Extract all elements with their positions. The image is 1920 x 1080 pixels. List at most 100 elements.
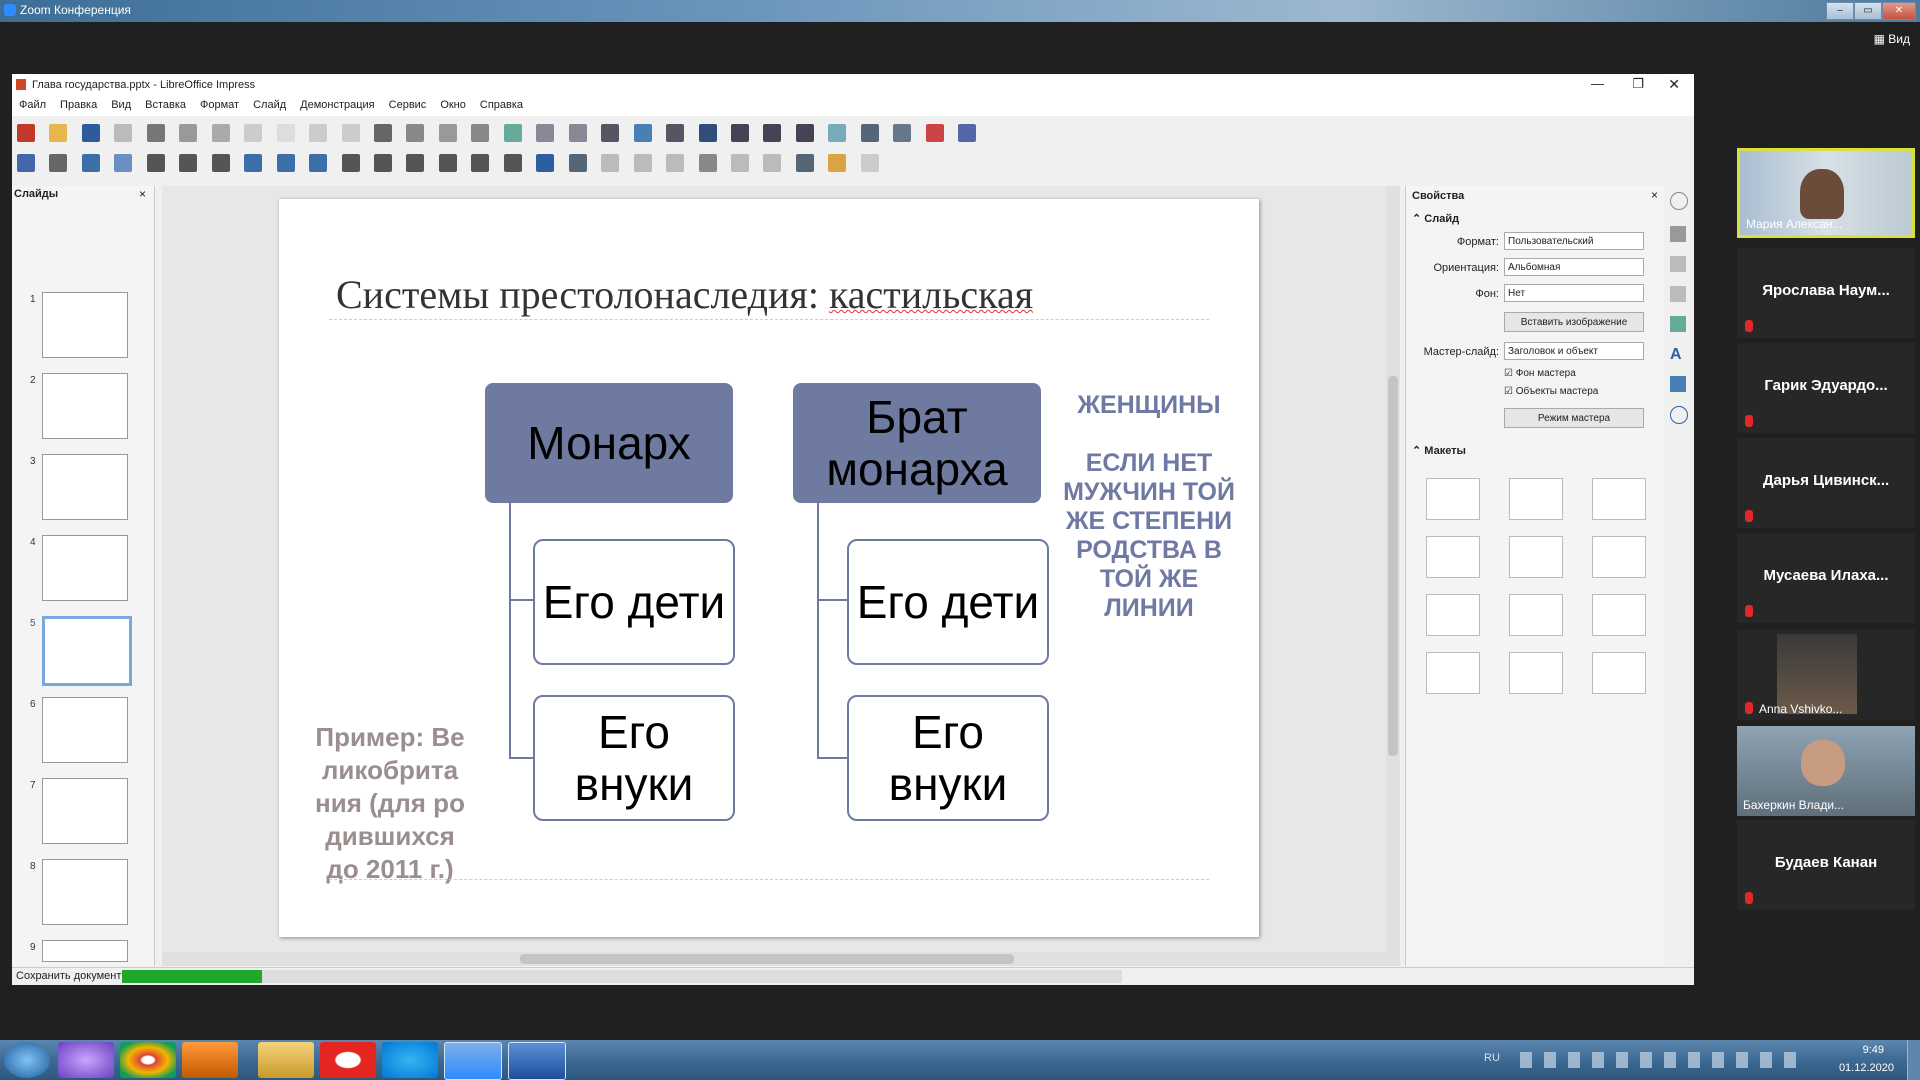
file-explorer-icon[interactable] xyxy=(258,1042,314,1078)
background-select[interactable]: Нет xyxy=(1504,284,1644,302)
box-grandchildren-2[interactable]: Его внуки xyxy=(847,695,1049,821)
image-icon[interactable] xyxy=(633,124,652,142)
hyperlink-icon[interactable] xyxy=(795,124,814,142)
duplicate-slide-icon[interactable] xyxy=(568,124,587,142)
grid-display-icon[interactable] xyxy=(438,124,457,142)
layout-title-6-content[interactable] xyxy=(1592,652,1646,694)
box-monarch-brother[interactable]: Брат монарха xyxy=(793,383,1041,503)
delete-slide-icon[interactable] xyxy=(925,124,944,142)
slide-title[interactable]: Системы престолонаследия: кастильская xyxy=(336,271,1033,318)
menu-help[interactable]: Справка xyxy=(473,96,530,111)
chart-icon[interactable] xyxy=(698,124,717,142)
stars-icon[interactable] xyxy=(503,154,522,172)
slide-thumbnail[interactable] xyxy=(42,697,128,763)
master-mode-button[interactable]: Режим мастера xyxy=(1504,408,1644,428)
close-button[interactable]: ✕ xyxy=(1882,2,1916,20)
view-menu-button[interactable]: ▦ Вид xyxy=(1874,32,1910,46)
textbox-icon[interactable] xyxy=(730,124,749,142)
current-slide[interactable]: Системы престолонаследия: кастильская Мо… xyxy=(279,199,1259,937)
example-text[interactable]: Пример: Великобритания (для родившихся д… xyxy=(315,721,465,886)
toggle-extrusion-icon[interactable] xyxy=(860,154,879,172)
master-background-checkbox[interactable]: ☑ Фон мастера xyxy=(1504,368,1576,379)
alice-app-icon[interactable] xyxy=(58,1042,114,1078)
fontwork-icon[interactable] xyxy=(763,124,782,142)
paste-icon[interactable] xyxy=(244,124,263,142)
points-icon[interactable] xyxy=(795,154,814,172)
vertical-scrollbar[interactable] xyxy=(1386,186,1400,966)
word-taskbar-icon[interactable] xyxy=(508,1042,566,1080)
yandex-browser-icon[interactable] xyxy=(320,1042,376,1078)
layout-title-content[interactable] xyxy=(1592,478,1646,520)
master-slide-icon[interactable] xyxy=(503,124,522,142)
layout-title-content-over-content[interactable] xyxy=(1426,652,1480,694)
clock-time[interactable]: 9:49 xyxy=(1863,1044,1884,1056)
print-icon[interactable] xyxy=(146,124,165,142)
chrome-icon[interactable] xyxy=(120,1042,176,1078)
format-select[interactable]: Пользовательский xyxy=(1504,232,1644,250)
start-slideshow-icon[interactable] xyxy=(860,124,879,142)
basic-shapes-icon[interactable] xyxy=(341,154,360,172)
slide-thumbnail[interactable] xyxy=(42,778,128,844)
note-women[interactable]: ЖЕНЩИНЫ xyxy=(1059,391,1239,420)
slide-thumbnail[interactable] xyxy=(42,940,128,962)
spellcheck-icon[interactable] xyxy=(406,124,425,142)
layout-title-content-and-2-content[interactable] xyxy=(1509,594,1563,636)
properties-tab-icon[interactable] xyxy=(1670,226,1686,242)
box-grandchildren-1[interactable]: Его внуки xyxy=(533,695,735,821)
slide-transition-icon[interactable] xyxy=(893,124,912,142)
table-icon[interactable] xyxy=(601,124,620,142)
layout-blank[interactable] xyxy=(1426,478,1480,520)
styles-tab-icon[interactable]: A xyxy=(1670,346,1686,363)
layout-title-slide[interactable] xyxy=(1509,478,1563,520)
media-player-icon[interactable] xyxy=(182,1042,238,1078)
save-icon[interactable] xyxy=(81,124,100,142)
layout-centered-text[interactable] xyxy=(1592,536,1646,578)
new-document-icon[interactable] xyxy=(17,124,35,142)
horizontal-scrollbar[interactable] xyxy=(162,952,1386,966)
media-icon[interactable] xyxy=(666,124,685,142)
callouts-icon[interactable] xyxy=(471,154,490,172)
export-pdf-icon[interactable] xyxy=(114,124,133,142)
menu-view[interactable]: Вид xyxy=(104,96,138,111)
rectangle-icon[interactable] xyxy=(179,154,198,172)
participant-tile[interactable]: Дарья Цивинск... xyxy=(1737,438,1915,528)
select-arrow-icon[interactable] xyxy=(17,154,35,172)
navigator-tab-icon[interactable] xyxy=(1670,406,1688,424)
new-slide-icon[interactable] xyxy=(536,124,555,142)
line-color-icon[interactable] xyxy=(81,154,100,172)
start-button[interactable] xyxy=(4,1042,50,1078)
participant-tile[interactable]: Гарик Эдуардо... xyxy=(1737,343,1915,433)
zoom-icon[interactable] xyxy=(49,154,68,172)
system-tray-icons[interactable] xyxy=(1520,1052,1800,1068)
slides-panel-close-icon[interactable]: × xyxy=(139,187,146,201)
section-layouts-header[interactable]: ⌃ Макеты xyxy=(1412,444,1466,457)
connector-icon[interactable] xyxy=(309,154,328,172)
master-slide-select[interactable]: Заголовок и объект xyxy=(1504,342,1644,360)
insert-image-button[interactable]: Вставить изображение xyxy=(1504,312,1644,332)
distribute-icon[interactable] xyxy=(666,154,685,172)
vertical-scroll-thumb[interactable] xyxy=(1388,376,1398,756)
lo-minimize-button[interactable]: — xyxy=(1591,76,1604,91)
arrange-icon[interactable] xyxy=(633,154,652,172)
section-slide-header[interactable]: ⌃ Слайд xyxy=(1412,212,1459,225)
master-objects-checkbox[interactable]: ☑ Объекты мастера xyxy=(1504,386,1598,397)
language-indicator[interactable]: RU xyxy=(1484,1052,1500,1064)
participant-tile[interactable]: Ярослава Наум... xyxy=(1737,248,1915,338)
zoom-taskbar-icon[interactable] xyxy=(444,1042,502,1080)
layout-title-only[interactable] xyxy=(1509,536,1563,578)
crop-icon[interactable] xyxy=(730,154,749,172)
slide-thumbnail[interactable] xyxy=(42,292,128,358)
clock-date[interactable]: 01.12.2020 xyxy=(1839,1062,1894,1074)
horizontal-scroll-thumb[interactable] xyxy=(520,954,1014,964)
sidebar-settings-icon[interactable] xyxy=(1670,192,1688,210)
curve-icon[interactable] xyxy=(276,154,295,172)
skype-icon[interactable] xyxy=(382,1042,438,1078)
clone-formatting-icon[interactable] xyxy=(276,124,295,142)
box-children-2[interactable]: Его дети xyxy=(847,539,1049,665)
line-icon[interactable] xyxy=(146,154,165,172)
cut-icon[interactable] xyxy=(179,124,198,142)
menu-file[interactable]: Файл xyxy=(12,96,53,111)
gallery-tab-icon[interactable] xyxy=(1670,376,1686,392)
slide-thumbnail-selected[interactable] xyxy=(42,616,132,686)
participant-tile-active-speaker[interactable]: Мария Алексан... xyxy=(1737,148,1915,238)
